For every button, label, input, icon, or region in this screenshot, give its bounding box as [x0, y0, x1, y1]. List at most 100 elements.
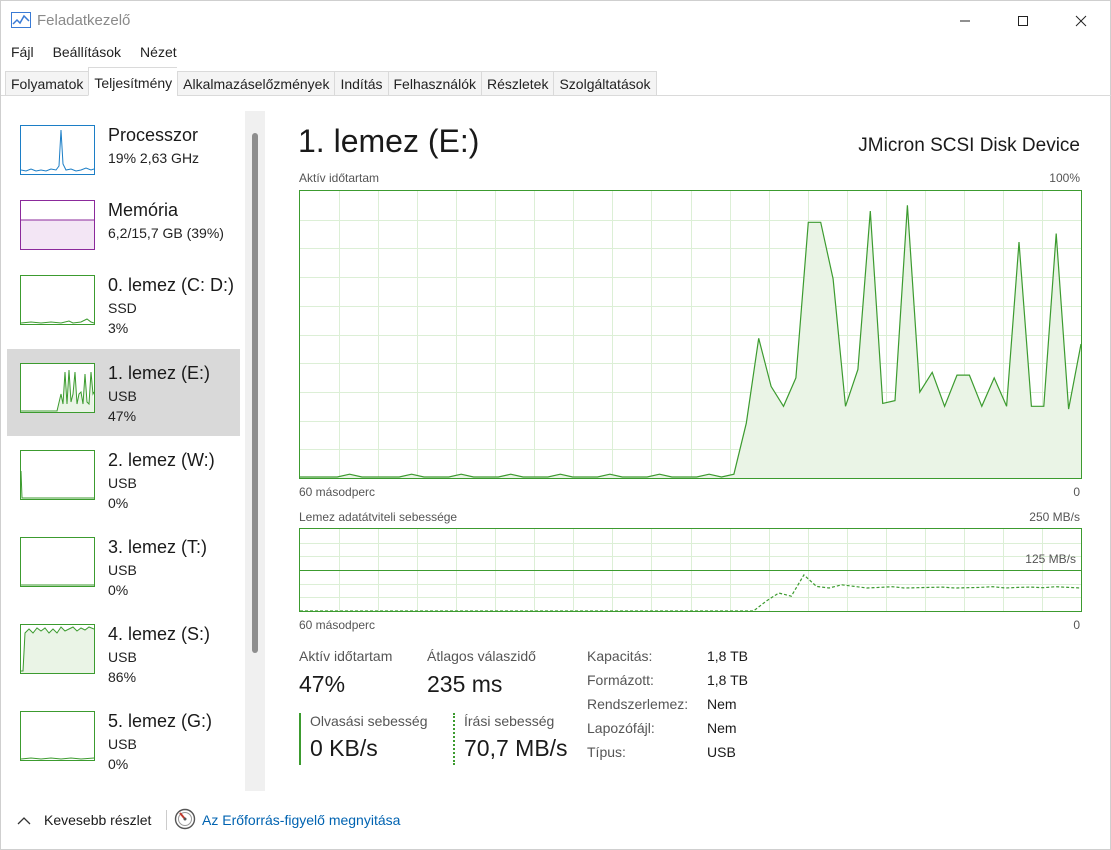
- sidebar-item-label: 3. lemez (T:): [108, 537, 208, 557]
- sidebar-item-label: 0. lemez (C: D:): [108, 275, 235, 295]
- disk-3-thumbnail-graph: [20, 537, 95, 587]
- capacity-label: Kapacitás:: [587, 648, 653, 664]
- sidebar-item-memory[interactable]: Memória 6,2/15,7 GB (39%): [7, 186, 240, 273]
- close-icon: [1075, 15, 1087, 27]
- sidebar-item-label: 1. lemez (E:): [108, 363, 211, 383]
- sidebar-item-usage: 0%: [108, 582, 129, 598]
- sidebar-item-usage: 3%: [108, 320, 129, 336]
- sidebar-item-detail: USB: [108, 736, 137, 752]
- footer-bar: Kevesebb részlet Az Erőforrás-figyelő me…: [1, 804, 1111, 838]
- task-manager-window: Feladatkezelő Fájl Beállítások Nézet Fol…: [0, 0, 1111, 850]
- read-speed-indicator: [299, 713, 301, 765]
- title-bar[interactable]: Feladatkezelő: [1, 1, 1111, 41]
- sidebar-scrollbar[interactable]: [245, 111, 265, 791]
- device-name: JMicron SCSI Disk Device: [858, 135, 1080, 156]
- response-time-stat-label: Átlagos válaszidő: [427, 648, 536, 664]
- sidebar-item-usage: 0%: [108, 756, 129, 772]
- write-speed-indicator: [453, 713, 455, 765]
- transfer-rate-chart-min: 0: [1073, 618, 1080, 632]
- disk-5-thumbnail-graph: [20, 711, 95, 761]
- sidebar-item-detail: USB: [108, 475, 137, 491]
- sidebar-item-disk-1[interactable]: 1. lemez (E:) USB 47%: [7, 349, 240, 436]
- tab-details[interactable]: Részletek: [481, 71, 554, 96]
- tab-performance[interactable]: Teljesítmény: [88, 67, 178, 96]
- resource-monitor-icon[interactable]: [174, 808, 196, 835]
- formatted-value: 1,8 TB: [707, 672, 748, 688]
- sidebar-item-usage: 0%: [108, 495, 129, 511]
- tab-services[interactable]: Szolgáltatások: [553, 71, 657, 96]
- sidebar-item-label: 5. lemez (G:): [108, 711, 213, 731]
- system-disk-value: Nem: [707, 696, 737, 712]
- sidebar-item-detail: USB: [108, 388, 137, 404]
- sidebar-item-detail: 6,2/15,7 GB (39%): [108, 225, 224, 241]
- sidebar-item-detail: USB: [108, 649, 137, 665]
- active-time-chart: [299, 190, 1082, 479]
- active-time-chart-max: 100%: [1049, 171, 1080, 185]
- maximize-button[interactable]: [994, 1, 1052, 41]
- formatted-label: Formázott:: [587, 672, 654, 688]
- tab-app-history[interactable]: Alkalmazáselőzmények: [177, 71, 335, 96]
- page-title: 1. lemez (E:): [298, 123, 480, 159]
- footer-divider: [166, 810, 167, 830]
- system-disk-label: Rendszerlemez:: [587, 696, 689, 712]
- sidebar-item-label: 2. lemez (W:): [108, 450, 215, 470]
- page-file-value: Nem: [707, 720, 737, 736]
- memory-thumbnail-graph: [20, 200, 95, 250]
- minimize-button[interactable]: [936, 1, 994, 41]
- transfer-rate-chart-label: Lemez adatátviteli sebessége: [299, 510, 458, 524]
- transfer-rate-chart: [299, 528, 1082, 612]
- sidebar-item-usage: 86%: [108, 669, 137, 685]
- performance-sidebar: Processzor 19% 2,63 GHz Memória 6,2/15,7…: [7, 111, 241, 791]
- tab-users[interactable]: Felhasználók: [387, 71, 481, 96]
- sidebar-item-detail: USB: [108, 562, 137, 578]
- task-manager-icon: [11, 12, 31, 28]
- menu-bar: Fájl Beállítások Nézet: [1, 41, 186, 65]
- type-label: Típus:: [587, 744, 626, 760]
- sidebar-item-detail: SSD: [108, 300, 137, 316]
- read-speed-value: 0 KB/s: [310, 735, 378, 761]
- sidebar-item-disk-2[interactable]: 2. lemez (W:) USB 0%: [7, 436, 240, 523]
- tab-startup[interactable]: Indítás: [334, 71, 388, 96]
- sidebar-item-cpu[interactable]: Processzor 19% 2,63 GHz: [7, 111, 240, 198]
- active-time-chart-label: Aktív időtartam: [299, 171, 380, 185]
- sidebar-item-label: Memória: [108, 200, 179, 220]
- transfer-rate-chart-time-span: 60 másodperc: [299, 618, 376, 632]
- page-file-label: Lapozófájl:: [587, 720, 655, 736]
- active-time-stat-value: 47%: [299, 671, 346, 697]
- chevron-up-icon[interactable]: [17, 813, 31, 831]
- menu-settings[interactable]: Beállítások: [43, 41, 130, 65]
- menu-file[interactable]: Fájl: [1, 41, 43, 65]
- disk-1-thumbnail-graph: [20, 363, 95, 413]
- sidebar-item-disk-0[interactable]: 0. lemez (C: D:) SSD 3%: [7, 261, 240, 348]
- capacity-value: 1,8 TB: [707, 648, 748, 664]
- cpu-thumbnail-graph: [20, 125, 95, 175]
- window-title: Feladatkezelő: [37, 12, 131, 29]
- active-time-chart-svg: [300, 191, 1082, 479]
- sidebar-item-label: 4. lemez (S:): [108, 624, 211, 644]
- sidebar-item-disk-5[interactable]: 5. lemez (G:) USB 0%: [7, 697, 240, 784]
- active-time-stat-label: Aktív időtartam: [299, 648, 393, 664]
- response-time-stat-value: 235 ms: [427, 671, 503, 697]
- close-button[interactable]: [1052, 1, 1110, 41]
- transfer-rate-mid-label: 125 MB/s: [1025, 552, 1076, 566]
- active-time-chart-min: 0: [1073, 485, 1080, 499]
- sidebar-item-disk-3[interactable]: 3. lemez (T:) USB 0%: [7, 523, 240, 610]
- tab-processes[interactable]: Folyamatok: [5, 71, 89, 96]
- open-resource-monitor-link[interactable]: Az Erőforrás-figyelő megnyitása: [202, 812, 400, 828]
- sidebar-item-disk-4[interactable]: 4. lemez (S:) USB 86%: [7, 610, 240, 697]
- type-value: USB: [707, 744, 736, 760]
- disk-4-thumbnail-graph: [20, 624, 95, 674]
- sidebar-item-label: Processzor: [108, 125, 199, 145]
- sidebar-item-detail: 19% 2,63 GHz: [108, 150, 200, 166]
- menu-view[interactable]: Nézet: [130, 41, 186, 65]
- disk-2-thumbnail-graph: [20, 450, 95, 500]
- transfer-rate-chart-max: 250 MB/s: [1029, 510, 1080, 524]
- fewer-details-button[interactable]: Kevesebb részlet: [44, 812, 151, 828]
- tab-bar: Folyamatok Teljesítmény Alkalmazáselőzmé…: [1, 67, 1111, 96]
- disk-0-thumbnail-graph: [20, 275, 95, 325]
- sidebar-item-usage: 47%: [108, 408, 137, 424]
- active-time-chart-time-span: 60 másodperc: [299, 485, 376, 499]
- write-speed-value: 70,7 MB/s: [464, 735, 568, 761]
- sidebar-scrollbar-thumb[interactable]: [252, 133, 258, 653]
- read-speed-label: Olvasási sebesség: [310, 713, 428, 729]
